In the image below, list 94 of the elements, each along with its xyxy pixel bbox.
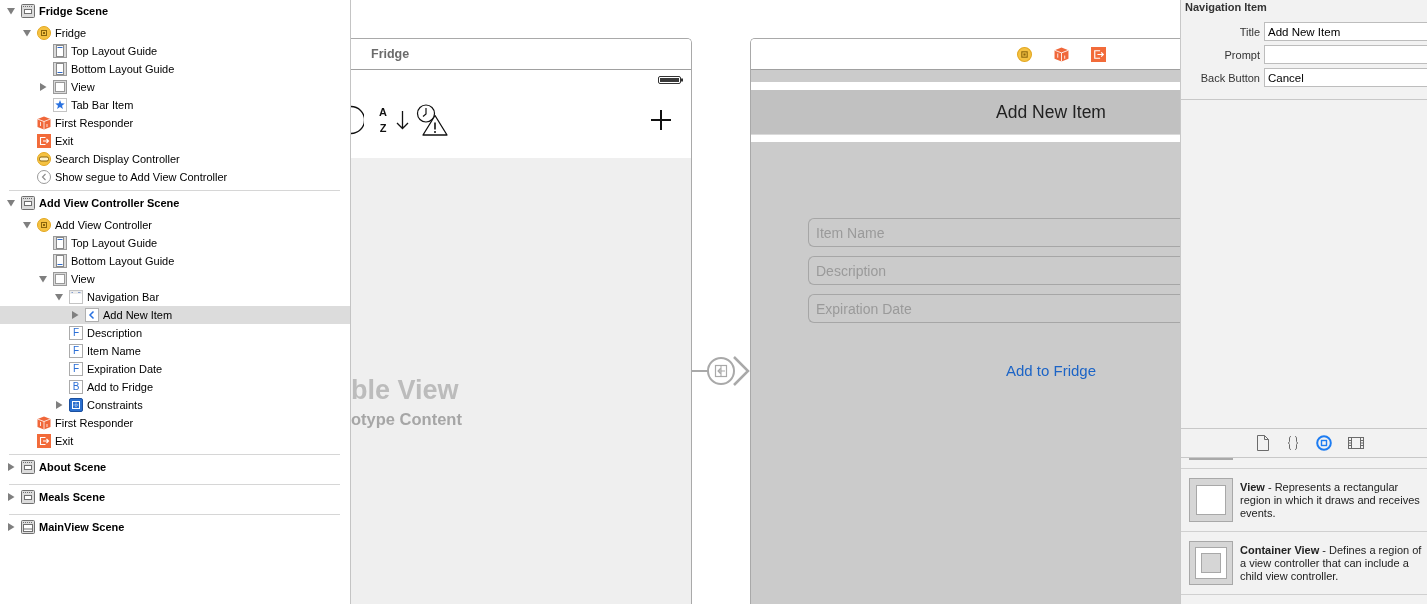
scene-icon	[21, 520, 35, 534]
layout-guide-icon	[53, 236, 67, 250]
disclosure-triangle-icon[interactable]	[39, 83, 47, 91]
cube-icon	[37, 116, 51, 130]
view-thumbnail-icon[interactable]	[1189, 478, 1233, 522]
tree-item[interactable]: Constraints	[0, 396, 350, 414]
view-controller-icon	[37, 218, 51, 232]
disclosure-triangle-icon[interactable]	[23, 29, 31, 37]
text-field[interactable]: Add New Item	[1264, 22, 1427, 41]
scene-icon	[21, 196, 35, 210]
field-label: Title	[1238, 25, 1260, 38]
tree-item[interactable]: Bottom Layout Guide	[0, 252, 350, 270]
layout-guide-icon	[53, 62, 67, 76]
file-icon[interactable]	[1256, 435, 1270, 451]
back-chevron-icon	[85, 308, 99, 322]
view-icon	[53, 272, 67, 286]
type-badge: F	[69, 344, 83, 358]
disclosure-triangle-icon[interactable]	[39, 275, 47, 283]
clock-warning-icon[interactable]	[416, 104, 448, 136]
disclosure-triangle-icon[interactable]	[55, 401, 63, 409]
scene-item[interactable]: Add View Controller Scene	[0, 194, 350, 212]
type-badge: F	[69, 362, 83, 376]
layout-guide-icon	[53, 44, 67, 58]
section-title: Navigation Item	[1184, 1, 1268, 14]
tree-item[interactable]: Bottom Layout Guide	[0, 60, 350, 78]
view-controller-icon	[37, 26, 51, 40]
battery-icon	[658, 76, 683, 84]
field-label: Prompt	[1223, 48, 1260, 61]
exit-icon[interactable]	[1091, 46, 1106, 62]
tree-item[interactable]: F Description	[0, 324, 350, 342]
text-field[interactable]: Cancel	[1264, 68, 1427, 87]
scene-item[interactable]: Fridge Scene	[0, 2, 350, 20]
layout-guide-icon	[53, 254, 67, 268]
tree-item[interactable]: Exit	[0, 132, 350, 150]
scene-item[interactable]: Meals Scene	[0, 488, 350, 506]
scene-icon	[21, 460, 35, 474]
sort-letter[interactable]: A	[379, 106, 387, 118]
type-badge: F	[69, 326, 83, 340]
tree-item[interactable]: First Responder	[0, 414, 350, 432]
constraints-icon	[69, 398, 83, 412]
add-to-fridge-button[interactable]: Add to Fridge	[1005, 360, 1097, 380]
star-icon	[53, 98, 67, 112]
braces-icon[interactable]	[1286, 435, 1300, 451]
tree-item[interactable]: Add New Item	[0, 306, 350, 324]
tree-item[interactable]: Show segue to Add View Controller	[0, 168, 350, 186]
exit-icon	[37, 134, 51, 148]
scene-icon	[21, 4, 35, 18]
tree-item[interactable]: Search Display Controller	[0, 150, 350, 168]
disclosure-triangle-icon[interactable]	[7, 523, 15, 531]
disclosure-triangle-icon[interactable]	[7, 199, 15, 207]
view-controller-icon[interactable]	[1017, 46, 1032, 62]
down-arrow-icon[interactable]	[395, 110, 410, 130]
search-controller-icon	[37, 152, 51, 166]
object-icon[interactable]	[1316, 435, 1332, 451]
tree-item[interactable]: Top Layout Guide	[0, 234, 350, 252]
object-description: View - Represents a rectangular region in which it draws and receives events.	[1240, 481, 1421, 520]
scene-title: Fridge	[371, 47, 410, 61]
tree-item[interactable]: F Item Name	[0, 342, 350, 360]
disclosure-triangle-icon[interactable]	[7, 493, 15, 501]
tree-item[interactable]: View	[0, 78, 350, 96]
table-view-sublabel: otype Content	[351, 410, 462, 428]
disclosure-triangle-icon[interactable]	[7, 7, 15, 15]
plus-icon[interactable]	[651, 110, 671, 130]
sort-letter[interactable]: Z	[379, 122, 387, 134]
segue-icon	[37, 170, 51, 184]
tree-item[interactable]: F Expiration Date	[0, 360, 350, 378]
scene-item[interactable]: About Scene	[0, 458, 350, 476]
scene-icon	[21, 490, 35, 504]
tree-item[interactable]: Add View Controller	[0, 216, 350, 234]
exit-icon	[37, 434, 51, 448]
cube-icon[interactable]	[1054, 46, 1069, 62]
tree-item[interactable]: Exit	[0, 432, 350, 450]
tree-item[interactable]: Fridge	[0, 24, 350, 42]
tree-item[interactable]: View	[0, 270, 350, 288]
disclosure-triangle-icon[interactable]	[7, 463, 15, 471]
navigation-bar-icon	[69, 290, 83, 304]
navigation-title: Add New Item	[996, 101, 1106, 123]
tree-item[interactable]: First Responder	[0, 114, 350, 132]
object-description: Container View - Defines a region of a view controller that can include a child view controller.	[1240, 544, 1422, 583]
tree-item[interactable]: Top Layout Guide	[0, 42, 350, 60]
text-field[interactable]	[1264, 45, 1427, 64]
cube-icon	[37, 416, 51, 430]
field-label: Back Button	[1199, 71, 1260, 84]
film-strip-icon[interactable]	[1348, 435, 1364, 451]
type-badge: B	[69, 380, 83, 394]
view-icon	[53, 80, 67, 94]
container-view-thumbnail-icon[interactable]	[1189, 541, 1233, 585]
disclosure-triangle-icon[interactable]	[71, 311, 79, 319]
tree-item[interactable]: B Add to Fridge	[0, 378, 350, 396]
scene-item[interactable]: MainView Scene	[0, 518, 350, 536]
disclosure-triangle-icon[interactable]	[55, 293, 63, 301]
tree-item[interactable]: Tab Bar Item	[0, 96, 350, 114]
disclosure-triangle-icon[interactable]	[23, 221, 31, 229]
tree-item[interactable]: Navigation Bar	[0, 288, 350, 306]
